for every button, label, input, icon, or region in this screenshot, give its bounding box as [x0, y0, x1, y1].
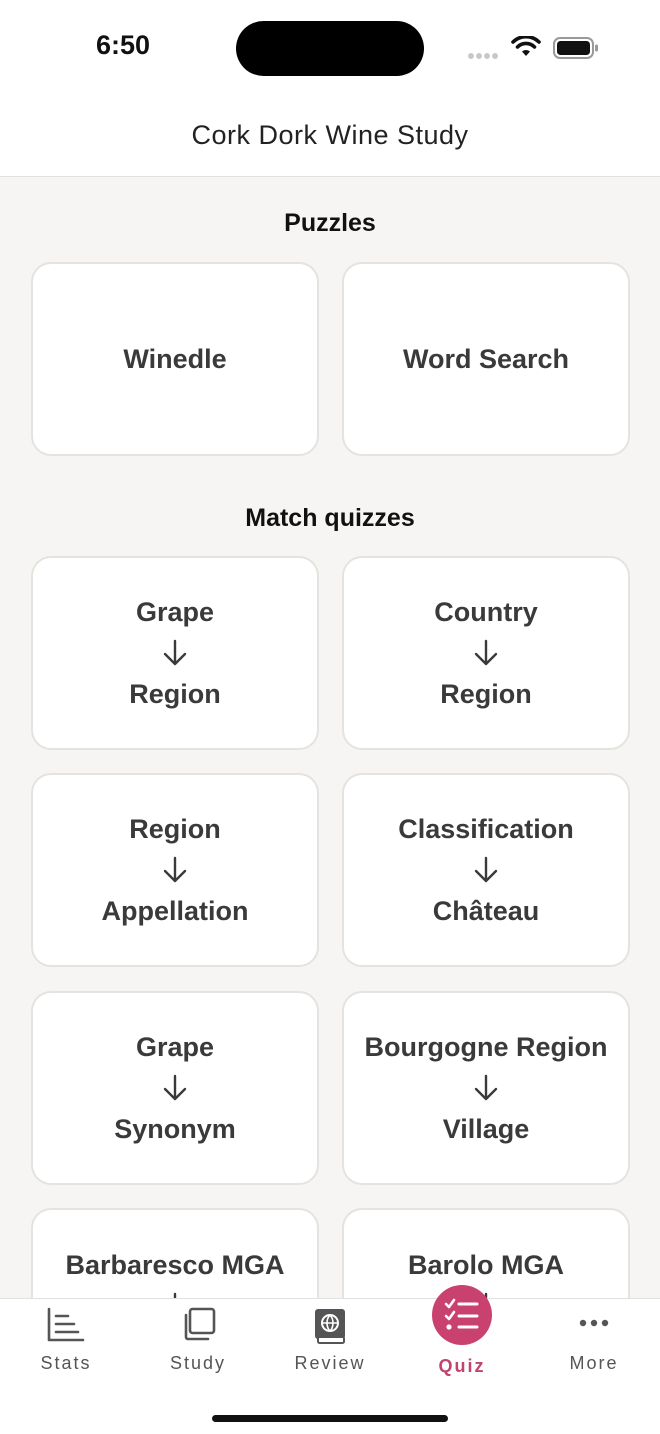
match-card-country-region[interactable]: Country Region	[342, 556, 630, 750]
cellular-signal-icon	[468, 46, 500, 64]
tab-study[interactable]: Study	[132, 1299, 264, 1399]
status-time: 6:50	[96, 30, 151, 60]
tab-label: Stats	[40, 1353, 92, 1373]
card-to-label: Region	[129, 679, 221, 709]
arrow-down-icon	[162, 1282, 188, 1298]
card-to-label: Château	[432, 896, 540, 926]
match-card-classification-chateau[interactable]: Classification Château	[342, 773, 630, 967]
puzzle-card-winedle[interactable]: Winedle	[31, 262, 319, 456]
arrow-down-icon	[162, 846, 188, 894]
match-card-barbaresco-mga[interactable]: Barbaresco MGA	[31, 1208, 319, 1298]
card-from-label: Bourgogne Region	[364, 1032, 608, 1062]
arrow-down-icon	[162, 629, 188, 677]
study-icon	[180, 1307, 216, 1348]
tab-bar: Stats Study Review Quiz More	[0, 1285, 660, 1434]
status-bar: 6:50	[0, 0, 660, 96]
tab-label: More	[569, 1353, 619, 1373]
tab-stats[interactable]: Stats	[0, 1299, 132, 1399]
battery-icon	[553, 37, 599, 64]
tab-quiz[interactable]: Quiz	[396, 1285, 528, 1399]
card-from-label: Barbaresco MGA	[65, 1250, 285, 1280]
tab-label: Quiz	[438, 1356, 486, 1376]
arrow-down-icon	[162, 1064, 188, 1112]
match-card-grape-synonym[interactable]: Grape Synonym	[31, 991, 319, 1185]
card-to-label: Appellation	[101, 896, 249, 926]
quiz-icon	[432, 1285, 492, 1345]
card-to-label: Village	[442, 1114, 530, 1144]
card-from-label: Region	[129, 814, 221, 844]
wifi-icon	[511, 34, 541, 63]
home-indicator[interactable]	[212, 1415, 448, 1422]
nav-header: Cork Dork Wine Study	[0, 96, 660, 177]
match-card-region-appellation[interactable]: Region Appellation	[31, 773, 319, 967]
tab-more[interactable]: More	[528, 1299, 660, 1399]
card-from-label: Grape	[135, 597, 215, 627]
card-label: Word Search	[402, 343, 570, 374]
puzzle-card-word-search[interactable]: Word Search	[342, 262, 630, 456]
tab-label: Study	[169, 1353, 227, 1373]
more-icon	[579, 1315, 609, 1333]
card-to-label: Region	[440, 679, 532, 709]
card-from-label: Country	[434, 597, 538, 627]
tab-label: Review	[294, 1353, 366, 1373]
section-title-puzzles: Puzzles	[284, 209, 376, 237]
tab-review[interactable]: Review	[264, 1299, 396, 1399]
stats-icon	[46, 1307, 86, 1348]
card-to-label: Synonym	[114, 1114, 236, 1144]
arrow-down-icon	[473, 1064, 499, 1112]
match-card-barolo-mga[interactable]: Barolo MGA	[342, 1208, 630, 1298]
arrow-down-icon	[473, 846, 499, 894]
dynamic-island	[236, 21, 424, 76]
section-title-match-quizzes: Match quizzes	[245, 504, 415, 532]
review-icon	[312, 1307, 348, 1350]
match-card-grape-region[interactable]: Grape Region	[31, 556, 319, 750]
card-from-label: Classification	[398, 814, 574, 844]
card-from-label: Barolo MGA	[407, 1250, 564, 1280]
match-card-bourgogne-village[interactable]: Bourgogne Region Village	[342, 991, 630, 1185]
page-title: Cork Dork Wine Study	[191, 120, 469, 150]
quiz-content[interactable]: Puzzles Winedle Word Search Match quizze…	[0, 178, 660, 1298]
card-from-label: Grape	[135, 1032, 215, 1062]
card-label: Winedle	[123, 343, 227, 374]
arrow-down-icon	[473, 629, 499, 677]
